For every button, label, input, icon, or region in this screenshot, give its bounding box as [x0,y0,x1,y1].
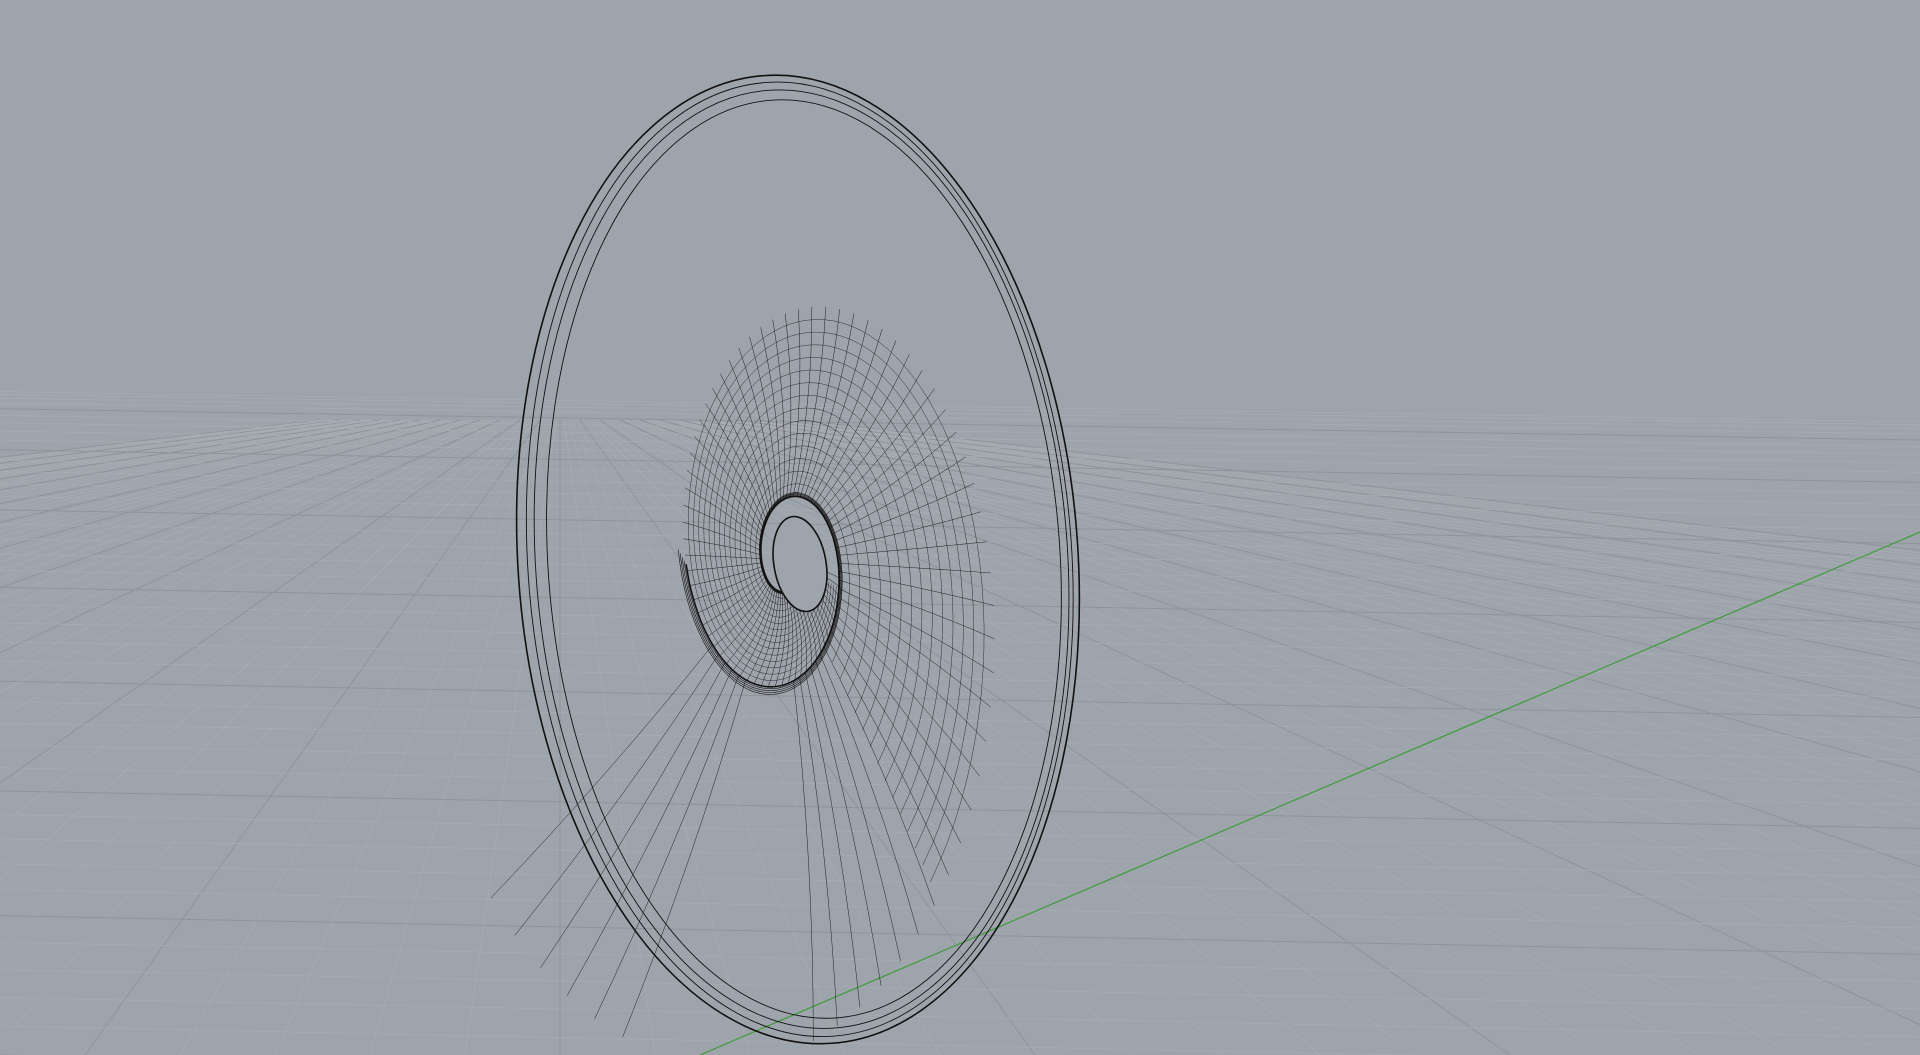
perspective-viewport[interactable] [0,0,1920,1055]
viewport-canvas[interactable] [0,0,1920,1055]
